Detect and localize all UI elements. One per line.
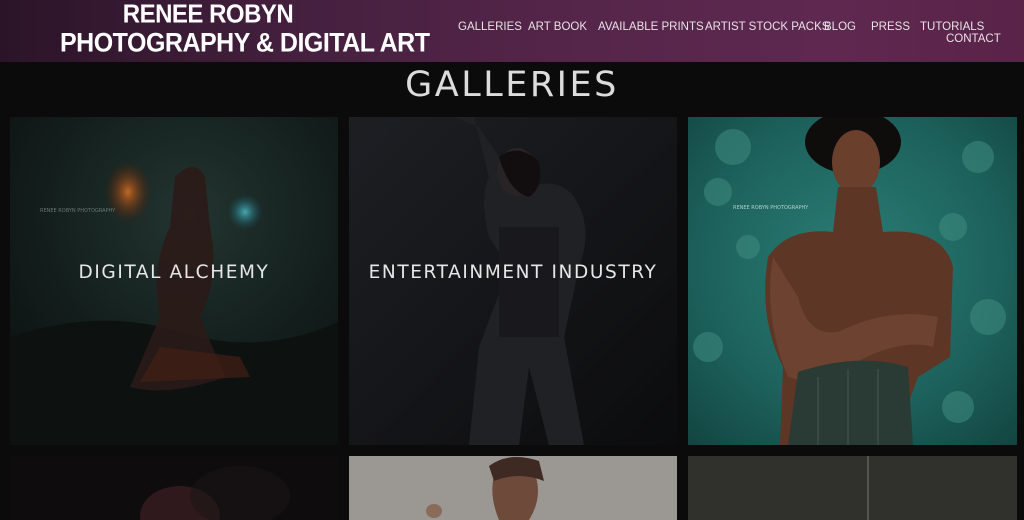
gallery-tile-row2-3[interactable]: [688, 456, 1017, 520]
gallery-tile-entertainment-industry[interactable]: ENTERTAINMENT INDUSTRY: [349, 117, 677, 445]
logo-line-1: RENEE ROBYN: [122, 0, 294, 29]
gallery-image-row2-2: [349, 456, 677, 520]
gallery-tile-row2-2[interactable]: [349, 456, 677, 520]
nav-item-available-prints[interactable]: AVAILABLE PRINTS: [598, 21, 704, 33]
gallery-image-portrait: RENEE ROBYN PHOTOGRAPHY: [688, 117, 1017, 445]
gallery-tile-digital-alchemy[interactable]: RENEE ROBYN PHOTOGRAPHY DIGITAL ALCHEMY: [10, 117, 338, 445]
nav-item-art-book[interactable]: ART BOOK: [528, 21, 587, 33]
watermark-text: RENEE ROBYN PHOTOGRAPHY: [733, 205, 809, 211]
gallery-tile-portrait[interactable]: RENEE ROBYN PHOTOGRAPHY: [688, 117, 1017, 445]
nav-item-press[interactable]: PRESS: [871, 21, 910, 33]
nav-item-artist-stock-packs[interactable]: ARTIST STOCK PACKS: [705, 21, 829, 33]
gallery-image-row2-1: [10, 456, 338, 520]
nav-item-galleries[interactable]: GALLERIES: [458, 21, 522, 33]
nav-item-tutorials[interactable]: TUTORIALS: [920, 21, 984, 33]
logo-line-2: PHOTOGRAPHY & DIGITAL ART: [60, 27, 430, 59]
gallery-label: DIGITAL ALCHEMY: [78, 262, 270, 283]
site-header: RENEE ROBYN PHOTOGRAPHY & DIGITAL ART GA…: [0, 0, 1024, 62]
nav-item-blog[interactable]: BLOG: [824, 21, 856, 33]
nav-item-contact[interactable]: CONTACT: [946, 33, 1001, 45]
gallery-label: ENTERTAINMENT INDUSTRY: [368, 262, 658, 283]
gallery-tile-row2-1[interactable]: [10, 456, 338, 520]
page-title: GALLERIES: [405, 65, 619, 105]
gallery-image-row2-3: [688, 456, 1017, 520]
watermark-text: RENEE ROBYN PHOTOGRAPHY: [40, 208, 116, 214]
site-logo[interactable]: RENEE ROBYN PHOTOGRAPHY & DIGITAL ART: [60, 0, 430, 59]
